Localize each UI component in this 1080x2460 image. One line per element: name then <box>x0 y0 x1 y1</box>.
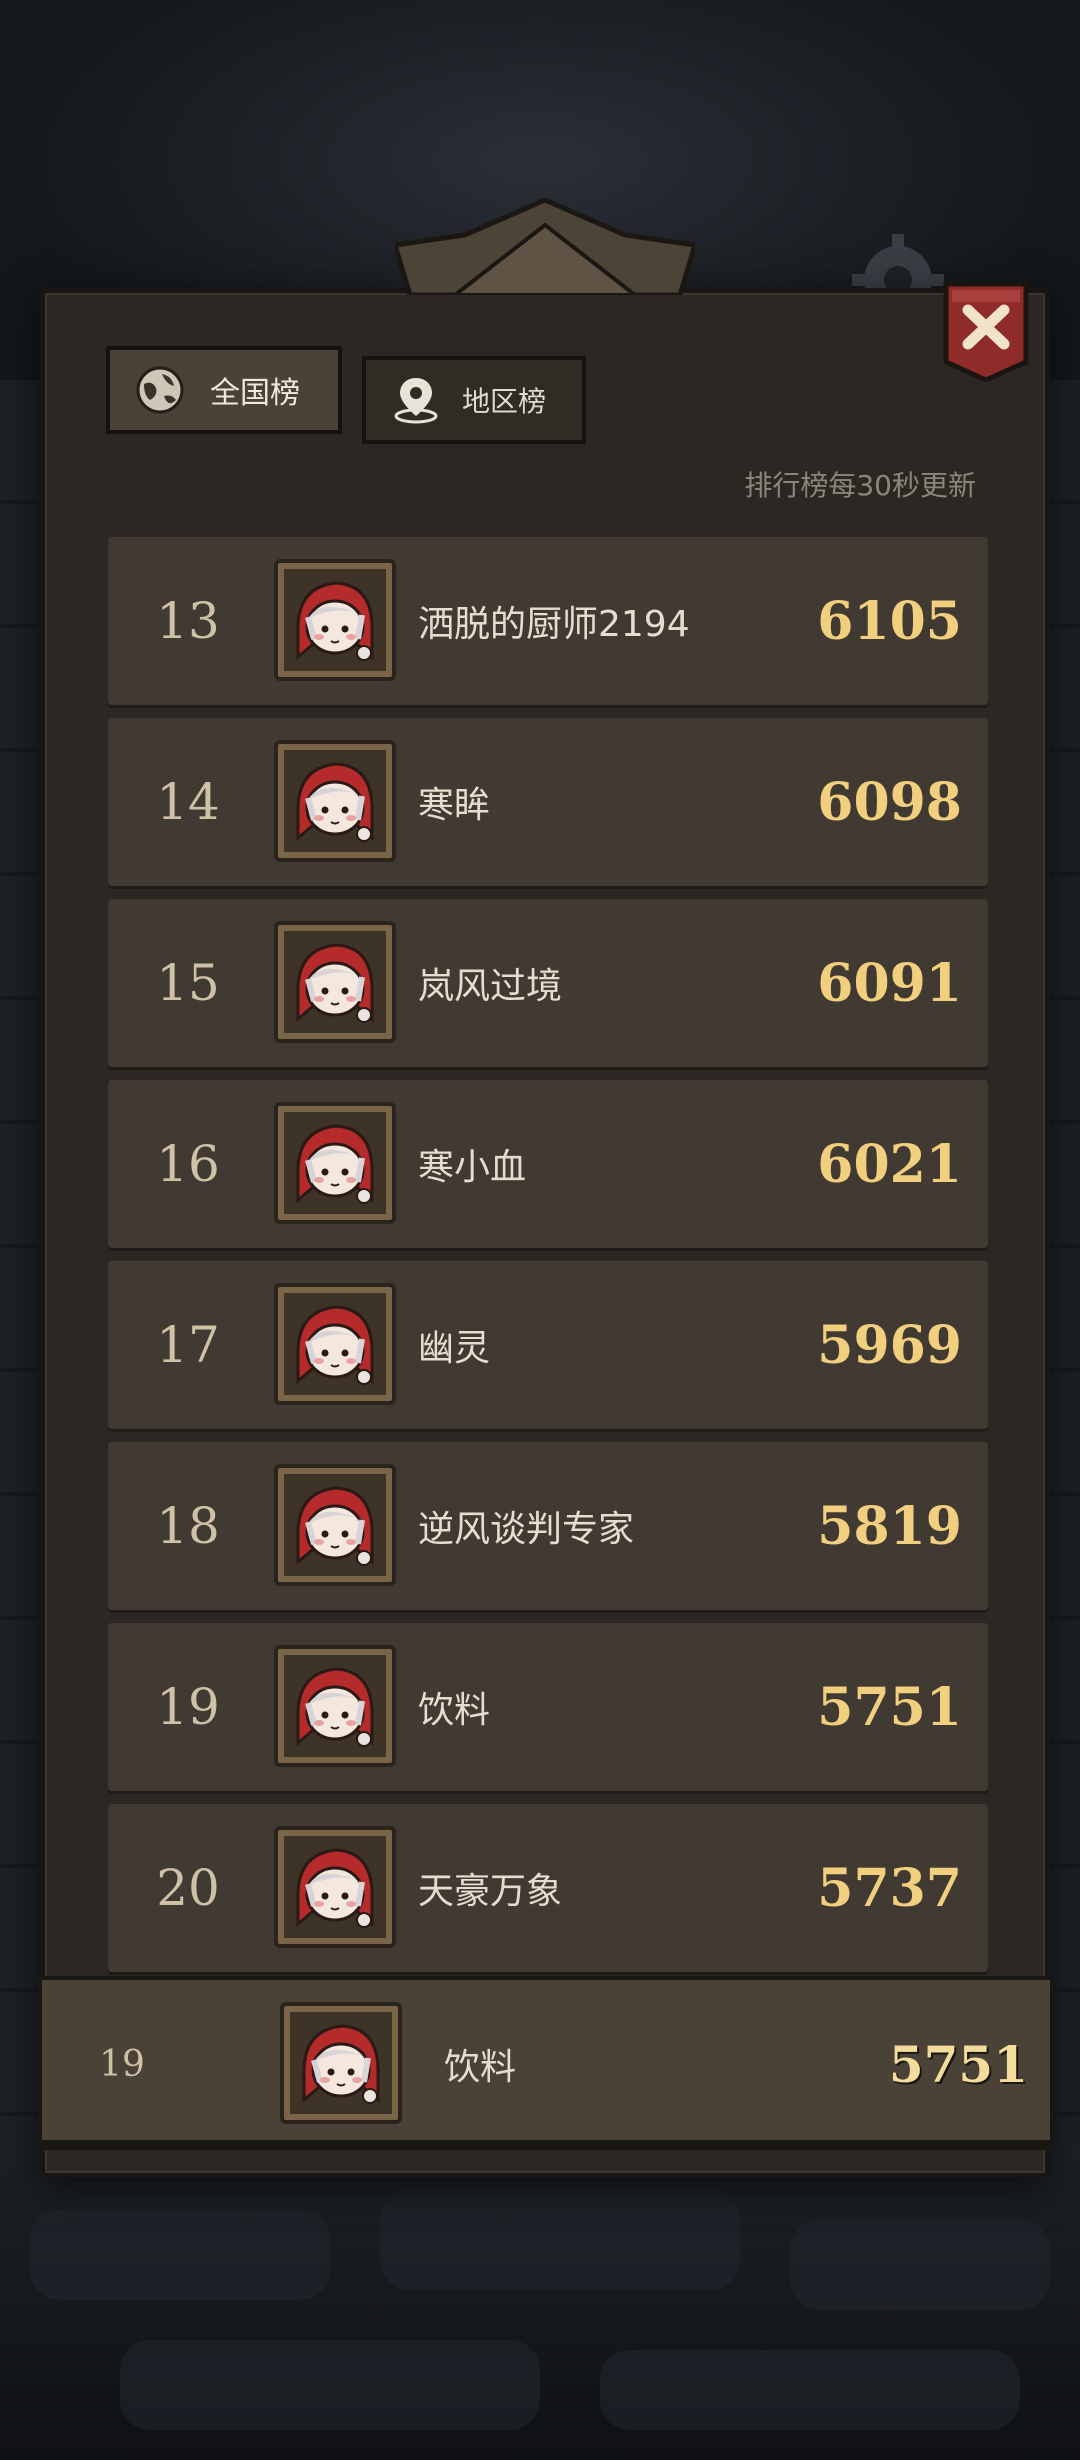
player-score: 5751 <box>817 1676 962 1738</box>
player-score: 6091 <box>817 952 962 1014</box>
avatar[interactable] <box>274 1102 396 1224</box>
player-name: 饮料 <box>418 1690 491 1731</box>
avatar-portrait-icon <box>284 931 386 1033</box>
avatar[interactable] <box>274 1464 396 1586</box>
close-button[interactable] <box>940 280 1032 382</box>
crown-ornament <box>395 197 695 295</box>
leaderboard-row[interactable]: 19 饮料 5751 <box>108 1623 988 1791</box>
location-pin-icon <box>394 378 438 424</box>
avatar[interactable] <box>274 740 396 862</box>
player-name: 洒脱的厨师2194 <box>418 604 690 645</box>
tab-national[interactable]: 全国榜 <box>106 346 342 434</box>
my-player-name: 饮料 <box>444 2047 517 2088</box>
avatar[interactable] <box>274 1645 396 1767</box>
avatar[interactable] <box>274 921 396 1043</box>
leaderboard-row[interactable]: 17 幽灵 5969 <box>108 1261 988 1429</box>
player-name: 寒眸 <box>418 785 491 826</box>
my-player-score: 5751 <box>888 2034 1028 2094</box>
rank-number: 17 <box>156 1316 220 1374</box>
tab-national-label: 全国榜 <box>210 376 300 411</box>
avatar[interactable] <box>274 1283 396 1405</box>
rank-number: 20 <box>156 1859 220 1917</box>
leaderboard-row[interactable]: 13 洒脱的厨师2194 6105 <box>108 537 988 705</box>
player-score: 6021 <box>817 1133 962 1195</box>
avatar-portrait-icon <box>284 1474 386 1576</box>
avatar[interactable] <box>274 1826 396 1948</box>
my-rank-bar[interactable]: 19 饮料 5751 <box>38 1976 1054 2144</box>
player-name: 寒小血 <box>418 1147 527 1188</box>
player-name: 幽灵 <box>418 1328 491 1369</box>
avatar-portrait-icon <box>284 750 386 852</box>
my-avatar[interactable] <box>280 2002 402 2124</box>
player-score: 5737 <box>817 1857 962 1919</box>
avatar[interactable] <box>274 559 396 681</box>
avatar-portrait-icon <box>284 1293 386 1395</box>
avatar-portrait-icon <box>284 1836 386 1938</box>
background-floor <box>0 2150 1080 2460</box>
rank-number: 18 <box>156 1497 220 1555</box>
tab-regional-label: 地区榜 <box>462 385 547 418</box>
avatar-portrait-icon <box>284 1655 386 1757</box>
leaderboard-row[interactable]: 16 寒小血 6021 <box>108 1080 988 1248</box>
rank-number: 14 <box>156 773 220 831</box>
leaderboard-row[interactable]: 20 天豪万象 5737 <box>108 1804 988 1972</box>
avatar-portrait-icon <box>290 2012 392 2114</box>
globe-icon <box>136 366 184 414</box>
leaderboard-row[interactable]: 15 岚风过境 6091 <box>108 899 988 1067</box>
avatar-portrait-icon <box>284 1112 386 1214</box>
rank-number: 15 <box>156 954 220 1012</box>
player-score: 6105 <box>817 590 962 652</box>
player-score: 5819 <box>817 1495 962 1557</box>
player-name: 逆风谈判专家 <box>418 1509 635 1550</box>
player-score: 6098 <box>817 771 962 833</box>
tab-regional[interactable]: 地区榜 <box>362 356 586 444</box>
leaderboard-row[interactable]: 14 寒眸 6098 <box>108 718 988 886</box>
player-name: 岚风过境 <box>418 966 563 1007</box>
rank-number: 19 <box>156 1678 220 1736</box>
my-rank-number: 19 <box>99 2043 145 2085</box>
rank-number: 16 <box>156 1135 220 1193</box>
avatar-portrait-icon <box>284 569 386 671</box>
update-note: 排行榜每30秒更新 <box>744 469 976 502</box>
leaderboard-row[interactable]: 18 逆风谈判专家 5819 <box>108 1442 988 1610</box>
player-score: 5969 <box>817 1314 962 1376</box>
rank-number: 13 <box>156 592 220 650</box>
player-name: 天豪万象 <box>418 1871 563 1912</box>
